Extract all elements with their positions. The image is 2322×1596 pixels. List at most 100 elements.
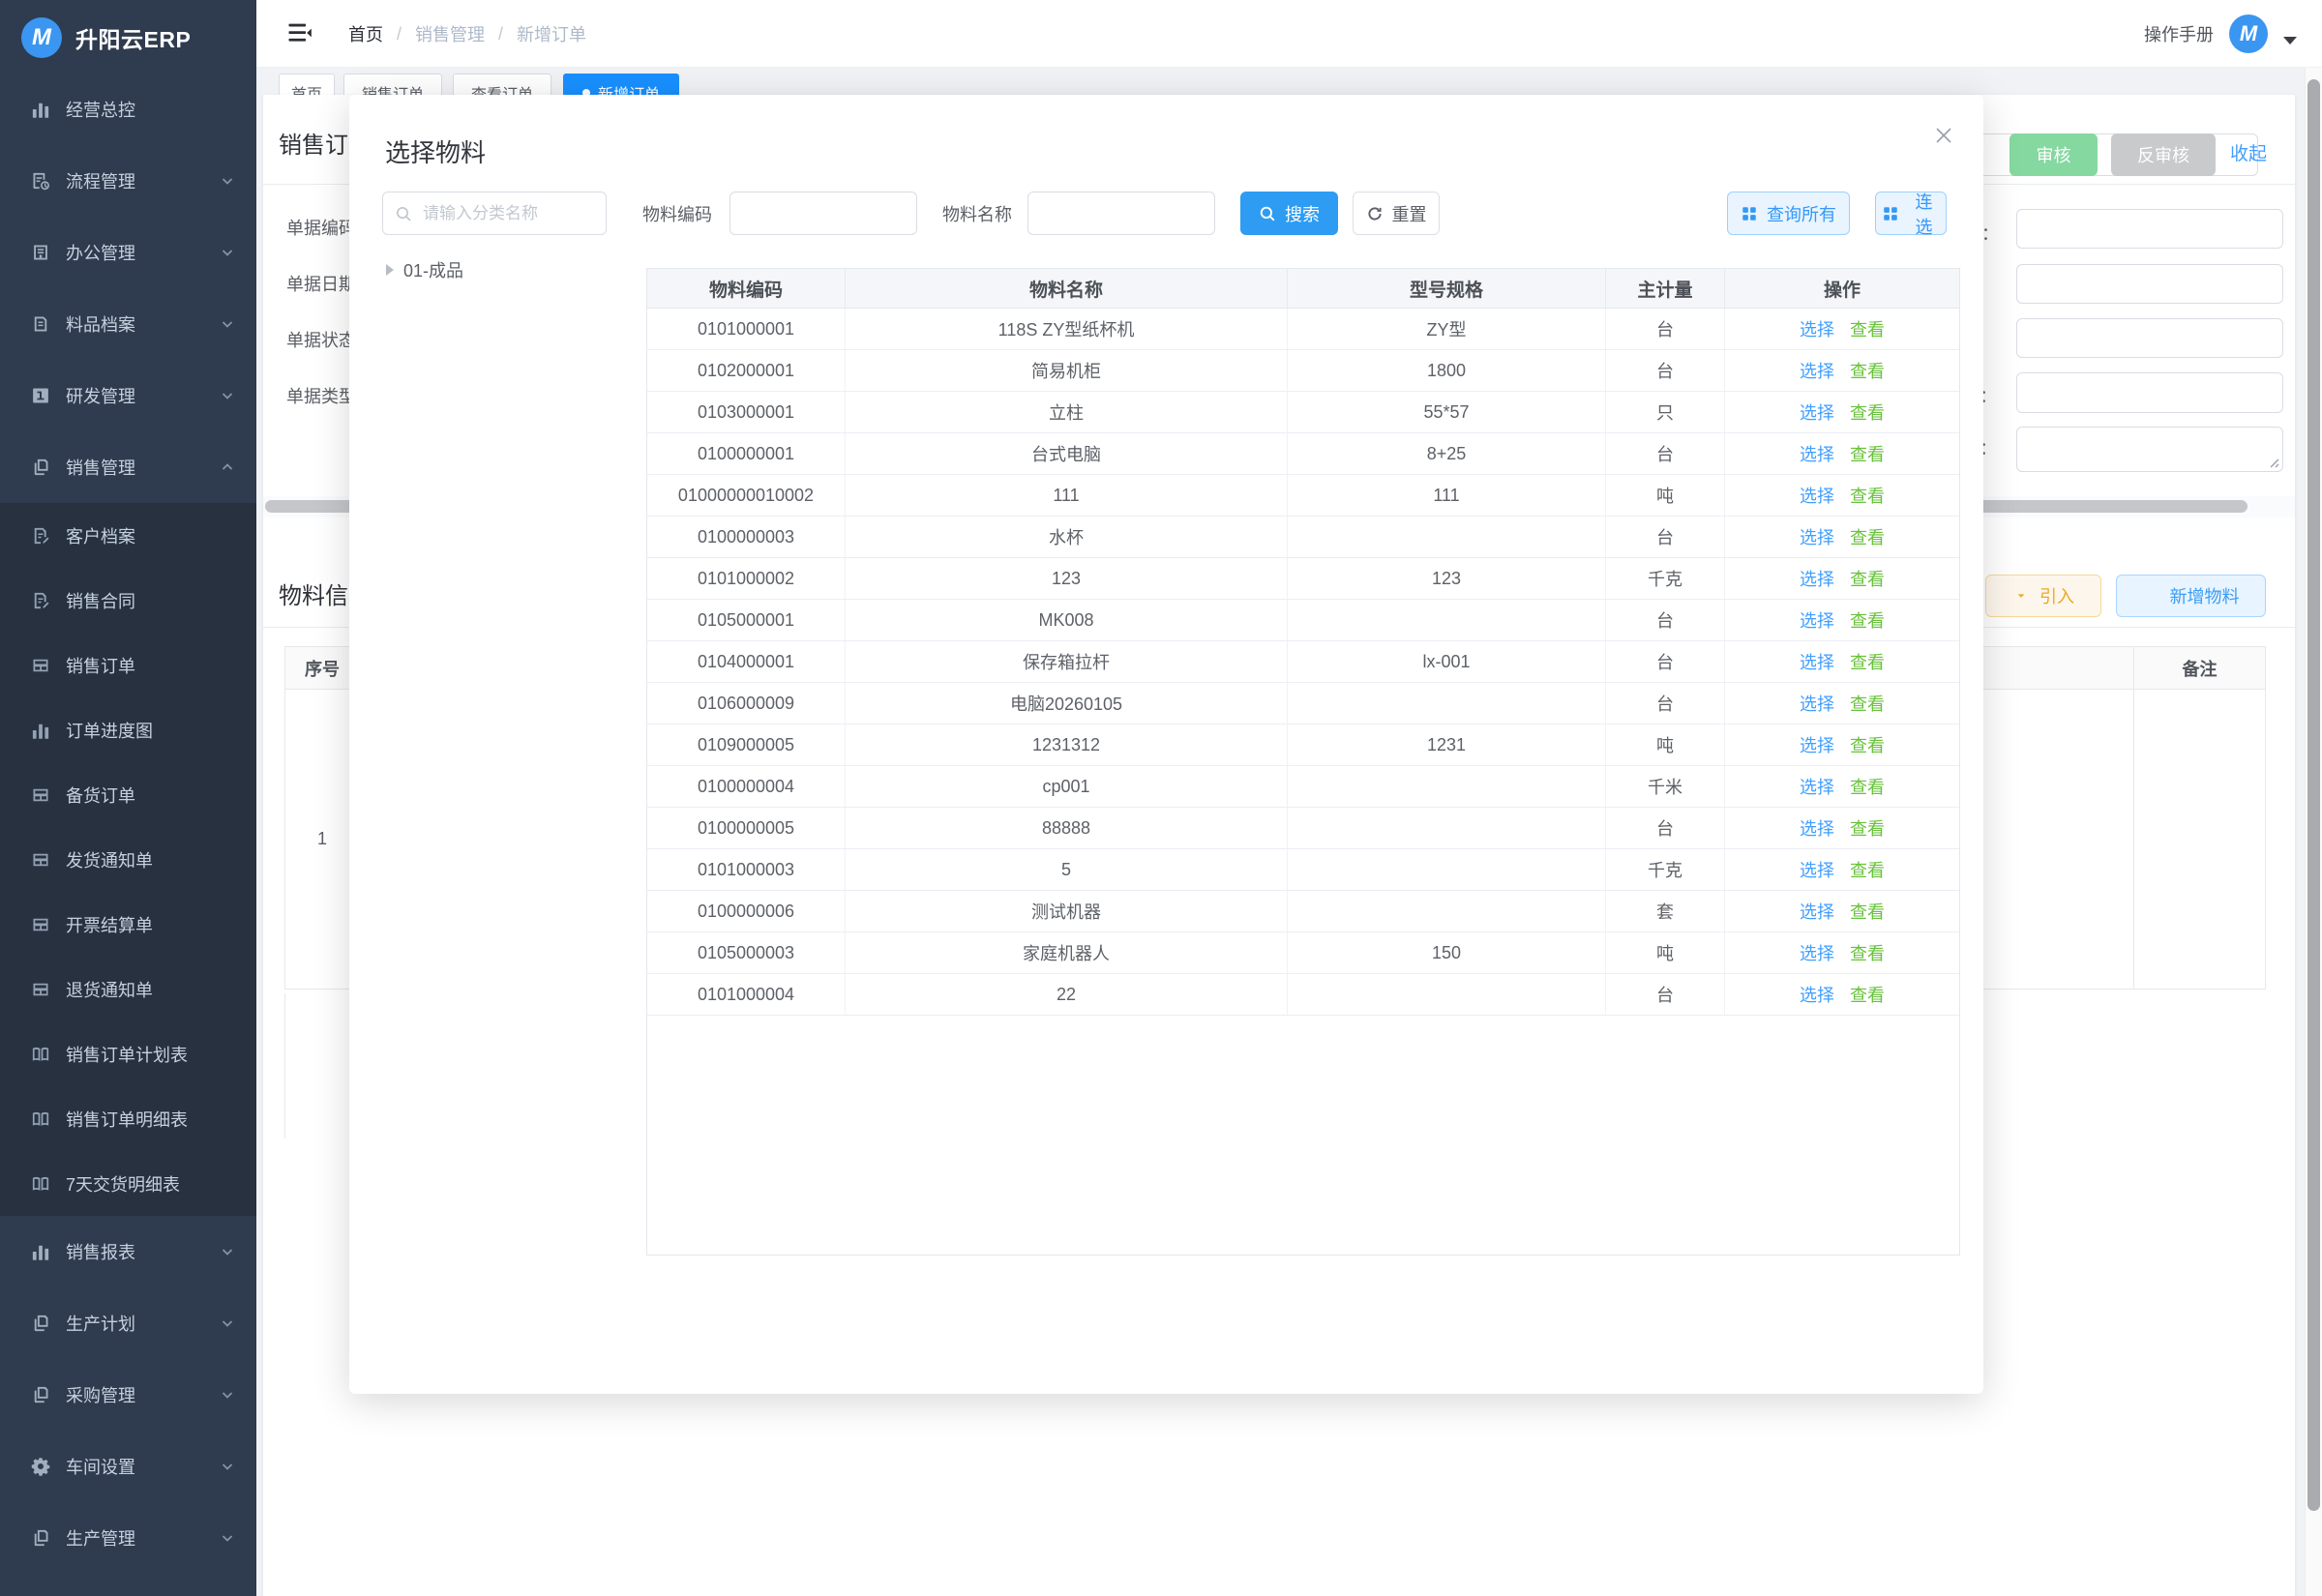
query-all-button[interactable]: 查询所有 bbox=[1727, 192, 1850, 235]
right-form-input-1[interactable] bbox=[2016, 209, 2283, 249]
category-search-input[interactable] bbox=[421, 203, 594, 224]
sidebar-item[interactable]: 办公管理 bbox=[0, 217, 256, 288]
select-link[interactable]: 选择 bbox=[1800, 732, 1834, 757]
sidebar-item-label: 销售订单明细表 bbox=[66, 1107, 235, 1132]
sidebar-item[interactable]: 客户档案 bbox=[0, 503, 256, 568]
right-form-input-3[interactable] bbox=[2016, 318, 2283, 358]
view-link[interactable]: 查看 bbox=[1850, 441, 1885, 466]
sidebar-item[interactable]: 销售订单 bbox=[0, 633, 256, 697]
caret-down-icon[interactable] bbox=[2283, 37, 2297, 44]
material-row: 0103000001立柱55*57只选择查看 bbox=[647, 392, 1959, 433]
sidebar-item[interactable]: 销售订单计划表 bbox=[0, 1021, 256, 1086]
material-spec-cell bbox=[1288, 600, 1606, 640]
view-link[interactable]: 查看 bbox=[1850, 857, 1885, 882]
material-actions-cell: 选择查看 bbox=[1725, 849, 1959, 890]
select-link[interactable]: 选择 bbox=[1800, 649, 1834, 674]
material-spec-cell: 111 bbox=[1288, 475, 1606, 516]
view-link[interactable]: 查看 bbox=[1850, 732, 1885, 757]
select-link[interactable]: 选择 bbox=[1800, 358, 1834, 383]
view-link[interactable]: 查看 bbox=[1850, 566, 1885, 591]
close-icon[interactable] bbox=[1926, 118, 1961, 153]
material-code-cell: 0100000005 bbox=[647, 808, 846, 848]
sidebar-item[interactable]: 生产计划 bbox=[0, 1287, 256, 1359]
select-link[interactable]: 选择 bbox=[1800, 982, 1834, 1007]
view-link[interactable]: 查看 bbox=[1850, 607, 1885, 633]
menu-fold-icon[interactable] bbox=[285, 19, 314, 48]
view-link[interactable]: 查看 bbox=[1850, 691, 1885, 716]
view-link[interactable]: 查看 bbox=[1850, 524, 1885, 549]
search-button[interactable]: 搜索 bbox=[1240, 192, 1338, 235]
select-link[interactable]: 选择 bbox=[1800, 441, 1834, 466]
add-material-button-label: 新增物料 bbox=[2170, 583, 2240, 608]
avatar[interactable]: M bbox=[2229, 15, 2268, 53]
sidebar-item[interactable]: 加工车间 bbox=[0, 1574, 256, 1596]
vertical-scrollbar-thumb[interactable] bbox=[2307, 79, 2320, 1511]
sidebar-item[interactable]: 车间设置 bbox=[0, 1431, 256, 1502]
right-form-input-2[interactable] bbox=[2016, 264, 2283, 304]
sidebar-item[interactable]: 销售报表 bbox=[0, 1216, 256, 1287]
sidebar-item[interactable]: 退货通知单 bbox=[0, 957, 256, 1021]
select-link[interactable]: 选择 bbox=[1800, 316, 1834, 341]
select-link[interactable]: 选择 bbox=[1800, 566, 1834, 591]
select-link[interactable]: 选择 bbox=[1800, 815, 1834, 841]
tree-node-finished-goods[interactable]: 01-成品 bbox=[386, 257, 463, 282]
select-link[interactable]: 选择 bbox=[1800, 524, 1834, 549]
view-link[interactable]: 查看 bbox=[1850, 899, 1885, 924]
view-link[interactable]: 查看 bbox=[1850, 316, 1885, 341]
sidebar-item[interactable]: 备货订单 bbox=[0, 762, 256, 827]
select-link[interactable]: 选择 bbox=[1800, 399, 1834, 425]
unaudit-button[interactable]: 反审核 bbox=[2111, 133, 2216, 176]
view-link[interactable]: 查看 bbox=[1850, 774, 1885, 799]
breadcrumb-home[interactable]: 首页 bbox=[348, 21, 383, 46]
header-actions: 操作手册 M bbox=[2144, 0, 2297, 68]
collapse-link[interactable]: 收起 bbox=[2230, 139, 2267, 165]
material-code-cell: 0105000001 bbox=[647, 600, 846, 640]
sidebar-item[interactable]: 销售订单明细表 bbox=[0, 1086, 256, 1151]
material-code-cell: 01000000010002 bbox=[647, 475, 846, 516]
sidebar-item[interactable]: 发货通知单 bbox=[0, 827, 256, 892]
remark-textarea[interactable] bbox=[2016, 427, 2283, 472]
sidebar-item[interactable]: 订单进度图 bbox=[0, 697, 256, 762]
table-icon bbox=[31, 656, 50, 675]
sidebar-item[interactable]: 销售合同 bbox=[0, 568, 256, 633]
view-link[interactable]: 查看 bbox=[1850, 358, 1885, 383]
breadcrumb-sales[interactable]: 销售管理 bbox=[415, 21, 485, 46]
view-link[interactable]: 查看 bbox=[1850, 940, 1885, 965]
view-link[interactable]: 查看 bbox=[1850, 982, 1885, 1007]
select-link[interactable]: 选择 bbox=[1800, 483, 1834, 508]
chevron-right-icon[interactable] bbox=[386, 264, 394, 276]
multi-select-button[interactable]: 连选 bbox=[1875, 192, 1947, 235]
sidebar-item[interactable]: 采购管理 bbox=[0, 1359, 256, 1431]
open-book-icon bbox=[31, 1045, 50, 1064]
manual-link[interactable]: 操作手册 bbox=[2144, 21, 2214, 46]
select-link[interactable]: 选择 bbox=[1800, 899, 1834, 924]
table-icon bbox=[31, 980, 50, 999]
select-link[interactable]: 选择 bbox=[1800, 940, 1834, 965]
right-form-input-4[interactable] bbox=[2016, 372, 2283, 413]
view-link[interactable]: 查看 bbox=[1850, 649, 1885, 674]
select-link[interactable]: 选择 bbox=[1800, 691, 1834, 716]
sidebar-item[interactable]: 销售管理 bbox=[0, 431, 256, 503]
select-link[interactable]: 选择 bbox=[1800, 857, 1834, 882]
sidebar-item[interactable]: 料品档案 bbox=[0, 288, 256, 360]
material-unit-cell: 千米 bbox=[1606, 766, 1725, 807]
sidebar-item[interactable]: 经营总控 bbox=[0, 74, 256, 145]
resize-grip-icon[interactable] bbox=[2266, 455, 2279, 468]
material-name-input[interactable] bbox=[1027, 192, 1215, 235]
sidebar-item[interactable]: 7天交货明细表 bbox=[0, 1151, 256, 1216]
material-code-input[interactable] bbox=[729, 192, 917, 235]
sidebar-item[interactable]: 生产管理 bbox=[0, 1502, 256, 1574]
audit-button[interactable]: 审核 bbox=[2009, 133, 2098, 176]
view-link[interactable]: 查看 bbox=[1850, 483, 1885, 508]
sidebar-item[interactable]: 开票结算单 bbox=[0, 892, 256, 957]
reset-button[interactable]: 重置 bbox=[1353, 192, 1440, 235]
category-search-box bbox=[382, 192, 607, 235]
view-link[interactable]: 查看 bbox=[1850, 399, 1885, 425]
add-material-button[interactable]: 新增物料 bbox=[2116, 575, 2266, 617]
import-button[interactable]: 引入 bbox=[1985, 575, 2101, 617]
select-link[interactable]: 选择 bbox=[1800, 774, 1834, 799]
select-link[interactable]: 选择 bbox=[1800, 607, 1834, 633]
sidebar-item[interactable]: 流程管理 bbox=[0, 145, 256, 217]
sidebar-item[interactable]: 研发管理 bbox=[0, 360, 256, 431]
view-link[interactable]: 查看 bbox=[1850, 815, 1885, 841]
